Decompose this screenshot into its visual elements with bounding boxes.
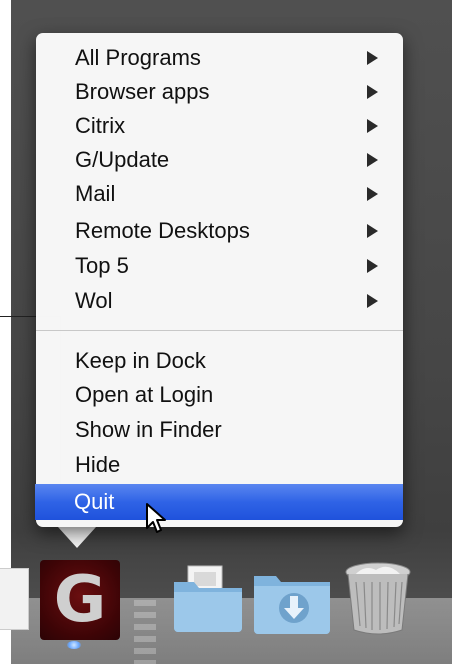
menu-item-g-update[interactable]: G/Update [36, 143, 403, 177]
menu-item-keep-in-dock[interactable]: Keep in Dock [36, 344, 403, 378]
menu-item-browser-apps[interactable]: Browser apps [36, 75, 403, 109]
submenu-arrow-icon [367, 51, 378, 65]
downloads-folder-icon[interactable] [252, 566, 332, 636]
menu-item-open-at-login[interactable]: Open at Login [36, 378, 403, 412]
document-icon[interactable] [0, 568, 29, 630]
menu-item-show-in-finder[interactable]: Show in Finder [36, 413, 403, 447]
documents-folder-icon[interactable] [170, 562, 246, 634]
app-g-icon[interactable]: G [40, 560, 120, 640]
menu-item-remote-desktops[interactable]: Remote Desktops [36, 214, 403, 248]
menu-item-label: Open at Login [75, 382, 214, 407]
submenu-arrow-icon [367, 119, 378, 133]
menu-item-wol[interactable]: Wol [36, 284, 403, 318]
menu-item-citrix[interactable]: Citrix [36, 109, 403, 143]
app-g-letter: G [53, 563, 107, 637]
menu-item-label: Hide [75, 452, 121, 477]
submenu-arrow-icon [367, 259, 378, 273]
menu-item-label: Browser apps [75, 79, 210, 104]
dock-context-menu: All Programs Browser apps Citrix G/Updat… [35, 33, 403, 527]
menu-item-label: Citrix [75, 113, 126, 138]
menu-item-label: G/Update [75, 147, 170, 172]
running-indicator [67, 641, 81, 649]
menu-item-mail[interactable]: Mail [36, 177, 403, 211]
menu-item-label: Quit [74, 489, 115, 514]
trash-icon[interactable] [342, 560, 414, 640]
submenu-arrow-icon [367, 294, 378, 308]
menu-item-top-5[interactable]: Top 5 [36, 249, 403, 283]
menu-pointer [58, 527, 96, 548]
menu-item-label: Mail [75, 181, 116, 206]
mouse-pointer-icon [146, 503, 166, 533]
submenu-arrow-icon [367, 224, 378, 238]
menu-item-quit[interactable]: Quit [35, 484, 403, 520]
menu-item-label: All Programs [75, 45, 201, 70]
menu-item-label: Top 5 [75, 253, 129, 278]
menu-item-label: Wol [75, 288, 113, 313]
menu-separator [36, 330, 403, 331]
submenu-arrow-icon [367, 187, 378, 201]
dock-separator [134, 600, 156, 664]
menu-item-all-programs[interactable]: All Programs [36, 41, 403, 75]
submenu-arrow-icon [367, 85, 378, 99]
menu-item-label: Keep in Dock [75, 348, 206, 373]
menu-item-label: Show in Finder [75, 417, 222, 442]
submenu-arrow-icon [367, 153, 378, 167]
menu-item-label: Remote Desktops [75, 218, 250, 243]
menu-item-hide[interactable]: Hide [36, 448, 403, 482]
